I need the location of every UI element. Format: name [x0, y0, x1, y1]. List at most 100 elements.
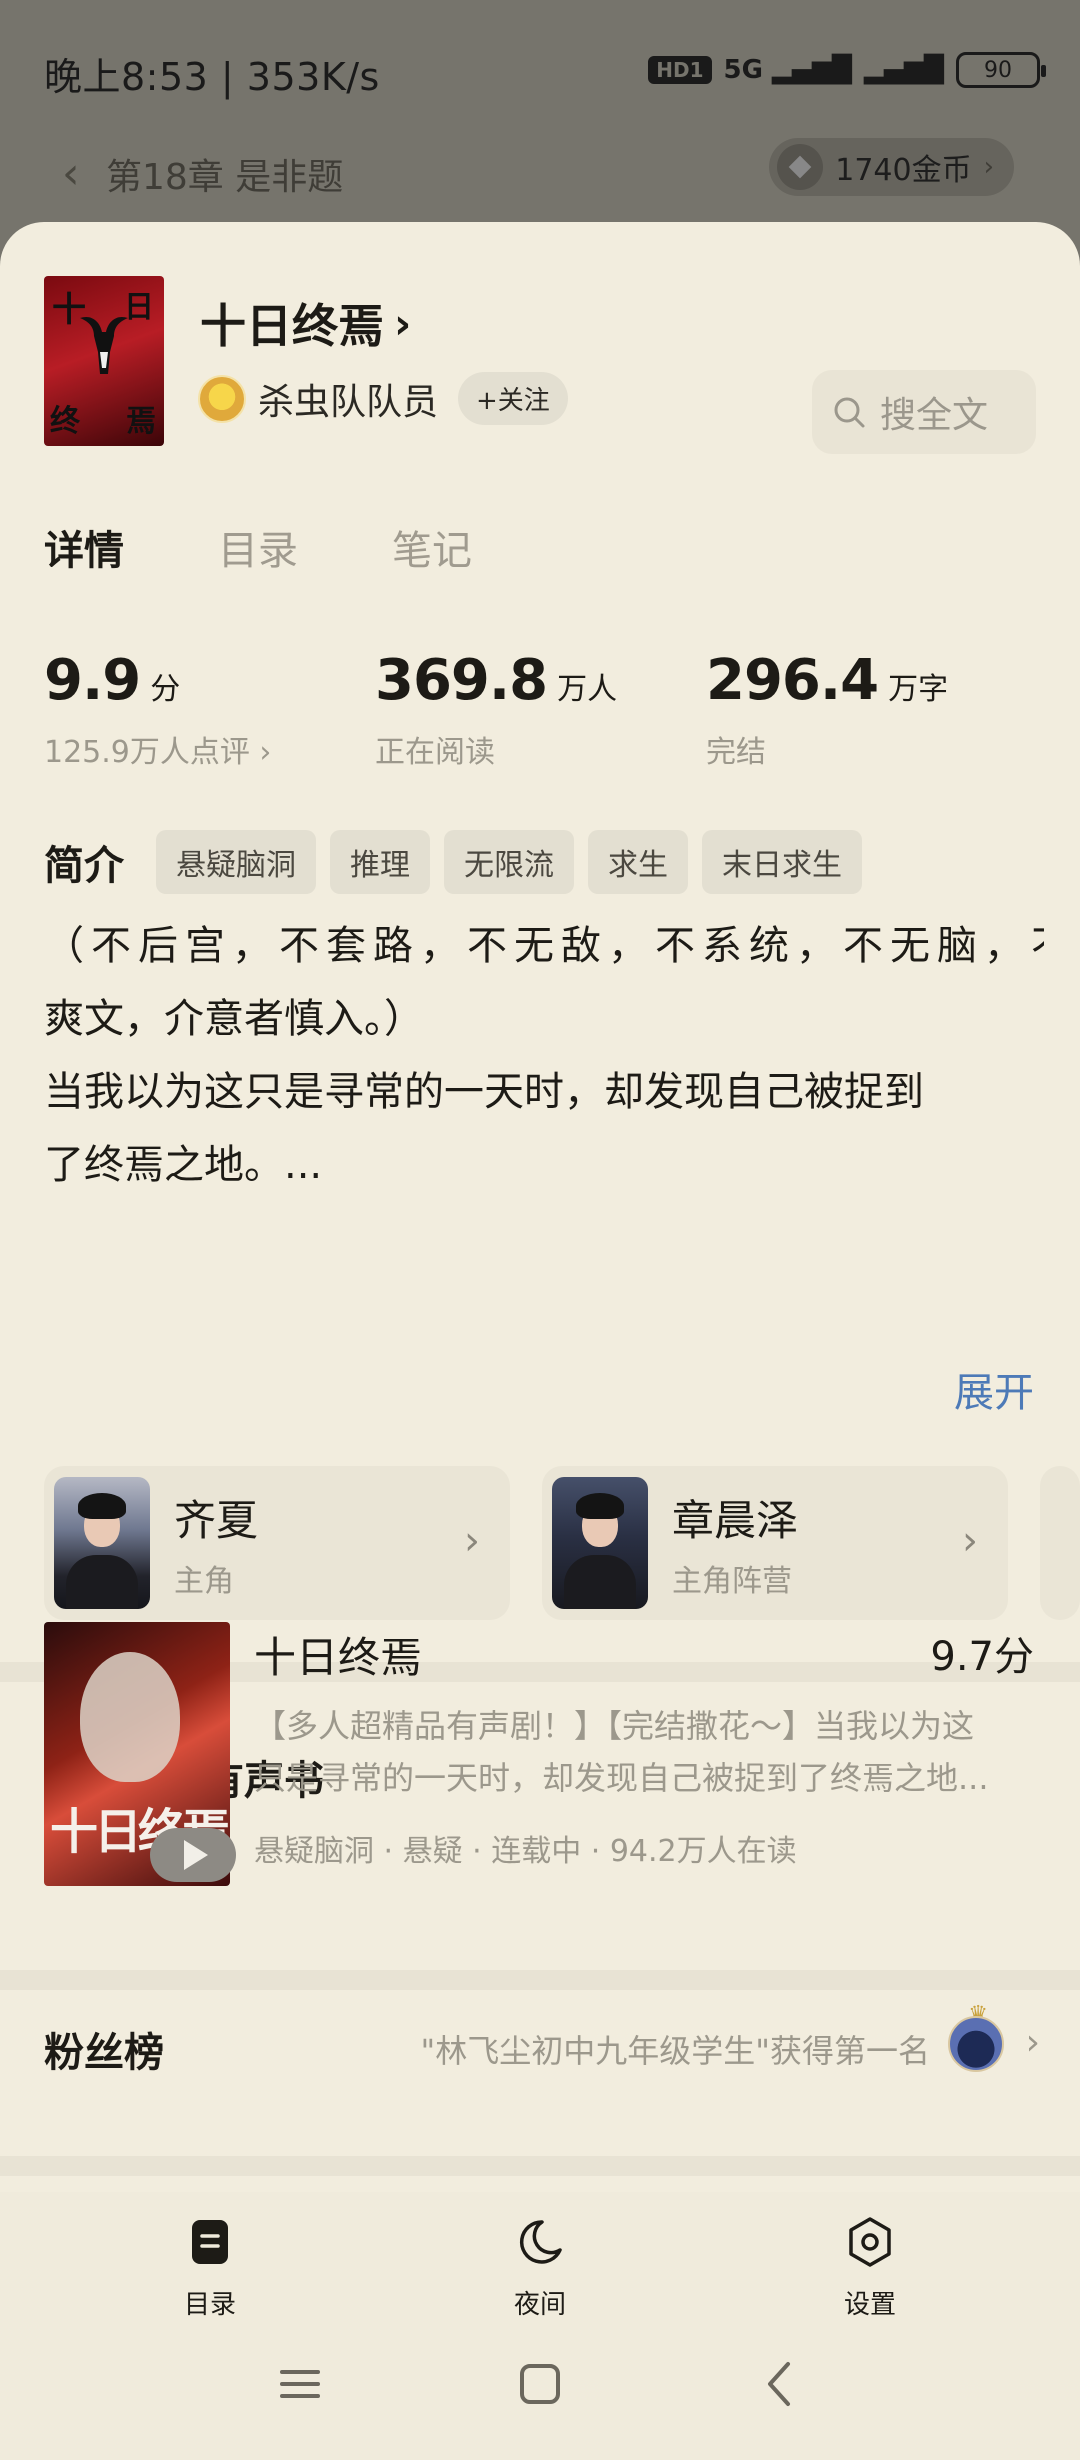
character-avatar — [552, 1477, 648, 1609]
signal-icon: 5G ▂▄▆█ — [723, 55, 853, 85]
chapter-title: 第18章 是非题 — [106, 157, 344, 198]
readers-value: 369.8 — [375, 648, 548, 713]
audiobook-score: 9.7分 — [930, 1634, 1034, 1680]
character-card[interactable]: 齐夏 主角 › — [44, 1466, 510, 1620]
audiobook-meta: 悬疑脑洞 · 悬疑 · 连载中 · 94.2万人在读 — [254, 1834, 797, 1869]
settings-icon — [849, 2217, 891, 2267]
tab-notes[interactable]: 笔记 — [392, 518, 472, 576]
status-time: 晚上8:53 | 353K/s — [44, 55, 380, 99]
toolbar-settings-label: 设置 — [843, 2290, 896, 2320]
search-full-text-button[interactable]: 搜全文 — [812, 370, 1036, 454]
back-nav-icon[interactable] — [752, 2356, 808, 2412]
rating-unit: 分 — [150, 672, 181, 707]
tag[interactable]: 末日求生 — [702, 830, 862, 894]
audiobook-desc-line: 只是寻常的一天时，却发现自己被捉到了终焉之地... — [254, 1759, 989, 1797]
toolbar-night-mode[interactable]: 夜间 — [460, 2214, 620, 2321]
tag[interactable]: 悬疑脑洞 — [156, 830, 316, 894]
search-icon — [834, 397, 865, 428]
audiobook-desc-line: 【多人超精品有声剧！】【完结撒花～】当我以为这 — [254, 1707, 975, 1745]
description-line: （不后宫，不套路，不无敌，不系统，不无脑，不 — [44, 923, 1044, 969]
toolbar-catalog-label: 目录 — [183, 2290, 236, 2320]
description-line: 当我以为这只是寻常的一天时，却发现自己被捉到 — [44, 1069, 924, 1115]
toolbar-catalog[interactable]: 目录 — [130, 2214, 290, 2321]
tab-details[interactable]: 详情 — [44, 518, 124, 576]
tab-catalog[interactable]: 目录 — [218, 518, 298, 576]
hd-badge: HD1 — [648, 56, 712, 84]
chevron-right-icon: › — [983, 152, 994, 182]
battery-icon: 90 — [956, 52, 1046, 88]
tag[interactable]: 求生 — [588, 830, 688, 894]
coin-icon — [777, 144, 824, 190]
moon-icon — [519, 2220, 562, 2264]
rating-value: 9.9 — [44, 648, 141, 713]
signal-icon-2: ▂▄▆█ — [864, 55, 944, 85]
menu-icon[interactable] — [272, 2356, 328, 2412]
battery-level: 90 — [984, 57, 1012, 83]
catalog-icon — [192, 2220, 228, 2264]
ram-skull-icon — [80, 316, 128, 374]
stat-word-count: 296.4 万字 完结 — [706, 648, 948, 771]
fans-ranking-row[interactable]: 粉丝榜 "林飞尘初中九年级学生"获得第一名 ♛ › — [0, 1992, 1080, 2102]
author-avatar[interactable] — [198, 374, 246, 423]
audiobook-title[interactable]: 十日终焉 — [254, 1624, 422, 1685]
readers-label: 正在阅读 — [375, 735, 495, 770]
word-count-value: 296.4 — [706, 648, 879, 713]
book-detail-sheet: 十 日 终 焉 十日终焉 › 杀虫队队员 +关注 搜全文 详情 目录 笔记 9.… — [0, 222, 1080, 2460]
fan-avatar — [948, 2016, 1004, 2072]
tag[interactable]: 推理 — [330, 830, 430, 894]
book-cover[interactable]: 十 日 终 焉 — [44, 276, 164, 446]
section-divider — [0, 1970, 1080, 1990]
readers-unit: 万人 — [557, 672, 618, 707]
character-card[interactable]: 章晨泽 主角阵营 › — [542, 1466, 1008, 1620]
rating-count: 125.9万人点评 › — [44, 735, 272, 770]
cover-char-4: 焉 — [126, 404, 156, 439]
play-button[interactable] — [150, 1828, 236, 1882]
back-icon[interactable]: ‹ — [62, 148, 80, 199]
intro-label: 简介 — [44, 843, 124, 889]
status-indicators: HD1 5G ▂▄▆█ ▂▄▆█ 90 — [648, 52, 1046, 88]
toolbar-night-label: 夜间 — [513, 2290, 566, 2320]
status-label: 完结 — [706, 735, 766, 770]
cover-char-3: 终 — [50, 404, 80, 439]
chevron-right-icon: › — [464, 1518, 480, 1564]
character-role: 主角 — [174, 1563, 234, 1599]
character-role: 主角阵营 — [672, 1563, 792, 1599]
author-name[interactable]: 杀虫队队员 — [258, 373, 438, 425]
intro-header: 简介 悬疑脑洞 推理 无限流 求生 末日求生 — [44, 830, 862, 894]
expand-button[interactable]: 展开 — [954, 1360, 1034, 1418]
tag[interactable]: 无限流 — [444, 830, 574, 894]
section-divider — [0, 2156, 1080, 2176]
book-description[interactable]: （不后宫，不套路，不无敌，不系统，不无脑，不 爽文，介意者慎入。） 当我以为这只… — [44, 910, 1044, 1202]
character-card-partial[interactable] — [1040, 1466, 1080, 1620]
stat-readers: 369.8 万人 正在阅读 — [375, 648, 617, 771]
character-name: 章晨泽 — [672, 1495, 799, 1545]
reader-header: ‹ 第18章 是非题 1740金币 › — [0, 130, 1080, 220]
book-title-link[interactable]: 十日终焉 › — [200, 290, 411, 356]
status-bar: 晚上8:53 | 353K/s HD1 5G ▂▄▆█ ▂▄▆█ 90 — [0, 0, 1080, 140]
coins-balance: 1740金币 — [835, 153, 972, 188]
fans-title: 粉丝榜 — [44, 2030, 164, 2076]
book-stats: 9.9 分 125.9万人点评 › 369.8 万人 正在阅读 296.4 万字… — [44, 648, 1044, 778]
description-line: 爽文，介意者慎入。） — [44, 996, 424, 1042]
character-avatar — [54, 1477, 150, 1609]
coins-button[interactable]: 1740金币 › — [769, 138, 1014, 196]
word-count-unit: 万字 — [888, 672, 949, 707]
home-icon[interactable] — [512, 2356, 568, 2412]
stat-rating[interactable]: 9.9 分 125.9万人点评 › — [44, 648, 271, 771]
author-row: 杀虫队队员 +关注 — [198, 372, 568, 425]
chevron-right-icon: › — [394, 298, 412, 348]
character-list: 齐夏 主角 › 章晨泽 主角阵营 › — [44, 1466, 1080, 1620]
bottom-toolbar: 目录 夜间 设置 — [0, 2192, 1080, 2460]
system-nav-bar — [0, 2338, 1080, 2428]
network-type: 5G — [723, 55, 763, 85]
chevron-right-icon: › — [962, 1518, 978, 1564]
character-name: 齐夏 — [174, 1495, 259, 1545]
follow-button[interactable]: +关注 — [458, 372, 568, 425]
play-icon — [184, 1840, 208, 1870]
toolbar-settings[interactable]: 设置 — [790, 2214, 950, 2321]
audiobook-description: 【多人超精品有声剧！】【完结撒花～】当我以为这 只是寻常的一天时，却发现自己被捉… — [254, 1700, 1044, 1804]
fans-top-text: "林飞尘初中九年级学生"获得第一名 — [420, 2032, 930, 2070]
description-line: 了终焉之地。... — [44, 1142, 323, 1188]
chevron-right-icon: › — [1025, 2022, 1040, 2063]
detail-tabs: 详情 目录 笔记 — [44, 518, 472, 576]
